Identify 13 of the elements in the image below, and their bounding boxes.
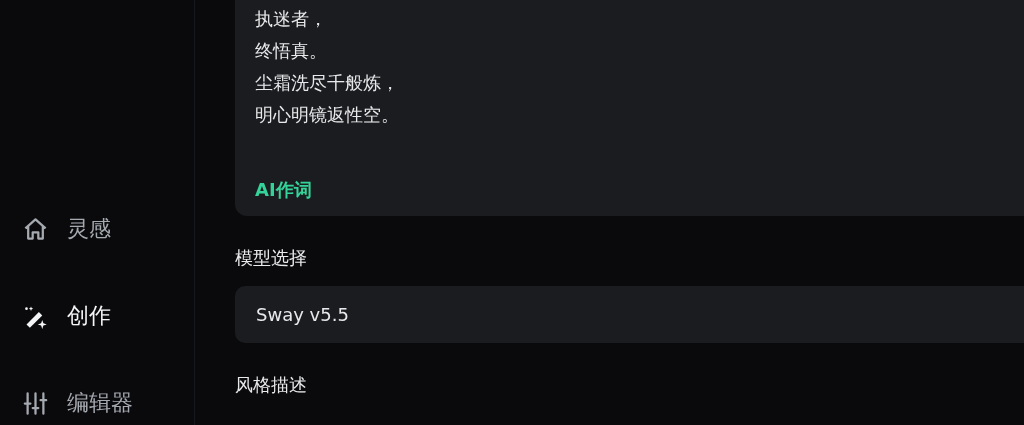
ai-lyrics-link[interactable]: AI作词 bbox=[255, 179, 312, 200]
lyric-line: 终悟真。 bbox=[255, 39, 328, 63]
model-select[interactable]: Sway v5.5 bbox=[235, 286, 1024, 343]
sliders-icon bbox=[22, 389, 49, 417]
lyric-line: 明心明镜返性空。 bbox=[255, 103, 400, 127]
lyric-line: 尘霜洗尽千般炼， bbox=[255, 71, 400, 95]
sidebar-item[interactable]: 灵感 bbox=[0, 208, 194, 250]
section-label: 风格描述 bbox=[235, 373, 308, 397]
sidebar-item[interactable]: 创作 bbox=[0, 295, 194, 337]
home-icon bbox=[22, 215, 49, 243]
section-label: 模型选择 bbox=[235, 246, 308, 270]
sidebar-item[interactable]: 编辑器 bbox=[0, 382, 194, 424]
lyric-line: 执迷者， bbox=[255, 7, 328, 31]
